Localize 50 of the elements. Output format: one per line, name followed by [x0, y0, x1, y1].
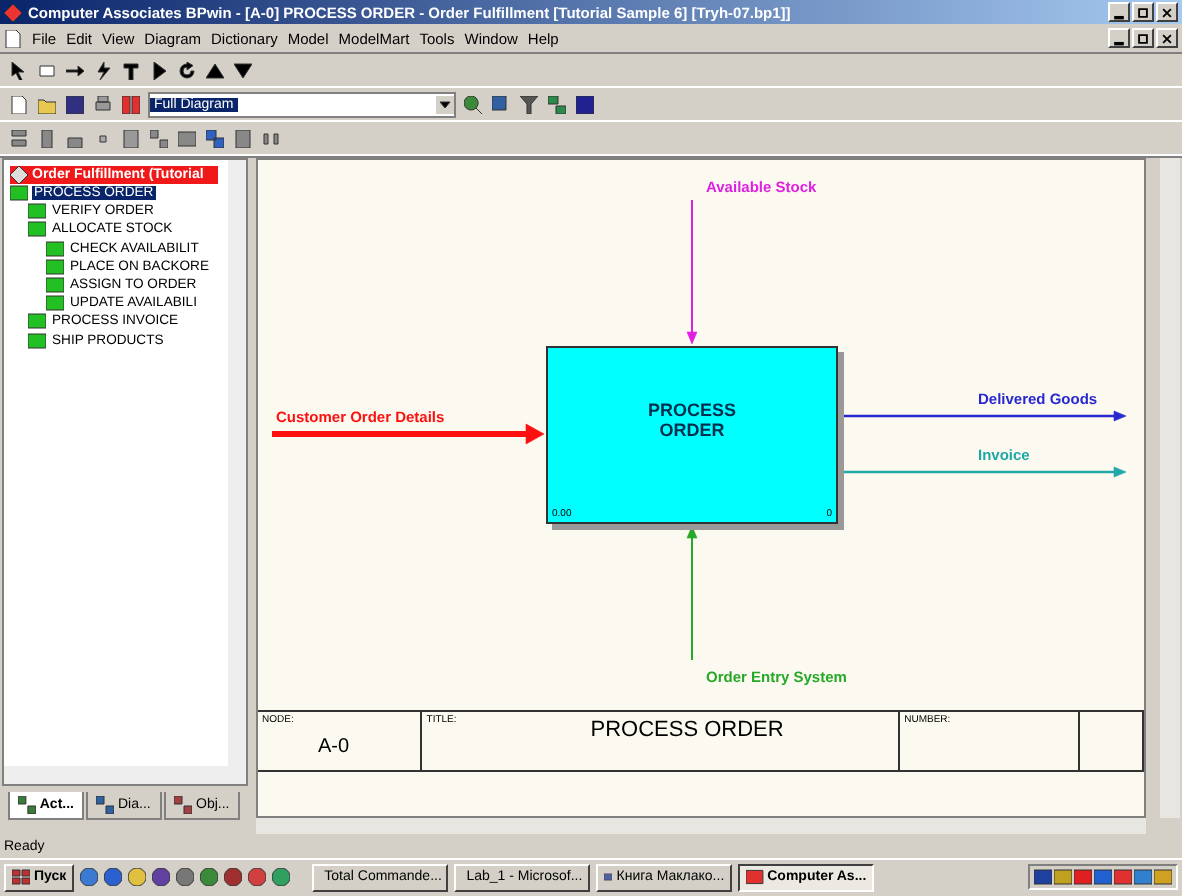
- funnel-icon: [520, 95, 538, 113]
- dropdown-caret-icon: [436, 95, 454, 113]
- rectangle-button[interactable]: [36, 59, 58, 81]
- pointer-icon: [10, 61, 28, 79]
- activity-tree-icon: [18, 796, 36, 814]
- triangle-right-icon: [150, 61, 168, 79]
- close-icon: [1160, 5, 1174, 19]
- maximize-button[interactable]: [1132, 28, 1154, 48]
- diagram-list-icon: [96, 796, 114, 814]
- window-icon: [604, 868, 613, 886]
- minimize-button[interactable]: [1108, 2, 1130, 22]
- maximize-button[interactable]: [1132, 2, 1154, 22]
- zoom-in-button[interactable]: [462, 93, 484, 115]
- triangle-right-button[interactable]: [148, 59, 170, 81]
- triangle-up-button[interactable]: [204, 59, 226, 81]
- text-icon: [122, 61, 140, 79]
- triangle-up-icon: [206, 61, 224, 79]
- model-icon: [10, 166, 28, 184]
- arrow-icon: [66, 61, 84, 79]
- app-icon: [4, 3, 22, 21]
- vertical-scrollbar[interactable]: [1160, 158, 1180, 818]
- zoom-in-icon: [464, 95, 482, 113]
- close-button[interactable]: [1156, 2, 1178, 22]
- funnel-button[interactable]: [518, 93, 540, 115]
- arrow-button[interactable]: [64, 59, 86, 81]
- document-icon: [4, 29, 22, 47]
- new-document-icon: [10, 95, 28, 113]
- close-button[interactable]: [1156, 28, 1178, 48]
- close-icon: [1160, 31, 1174, 45]
- footer-value: A-0: [318, 736, 350, 758]
- pointer-button[interactable]: [8, 59, 30, 81]
- new-document-button[interactable]: [8, 93, 30, 115]
- triangle-down-button[interactable]: [232, 59, 254, 81]
- rectangle-icon: [38, 61, 56, 79]
- object-list-icon: [174, 796, 192, 814]
- window-icon: [746, 868, 764, 886]
- lightning-icon: [94, 61, 112, 79]
- horizontal-scrollbar[interactable]: [256, 818, 1146, 834]
- diagram-icon: [548, 95, 566, 113]
- footer-value: PROCESS ORDER: [590, 718, 784, 742]
- circular-arrow-icon: [178, 61, 196, 79]
- minimize-button[interactable]: [1108, 28, 1130, 48]
- horizontal-scrollbar[interactable]: [4, 766, 228, 784]
- vertical-scrollbar[interactable]: [228, 160, 246, 784]
- text-button[interactable]: [120, 59, 142, 81]
- circular-arrow-button[interactable]: [176, 59, 198, 81]
- windows-flag-icon: [12, 868, 30, 886]
- triangle-down-icon: [234, 61, 252, 79]
- lightning-button[interactable]: [92, 59, 114, 81]
- diagram-button[interactable]: [546, 93, 568, 115]
